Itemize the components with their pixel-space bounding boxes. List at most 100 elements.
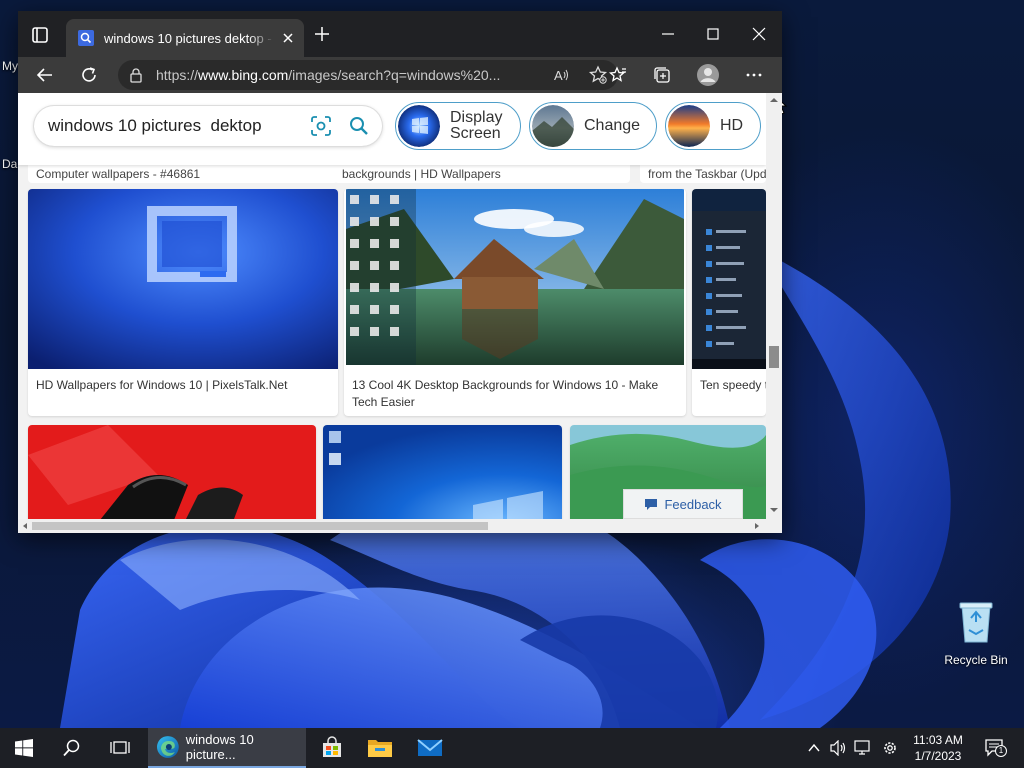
result-image-start-menu (692, 189, 766, 369)
taskbar: windows 10 picture... 11:03 AM 1/7/2023 … (0, 728, 1024, 768)
network-button[interactable] (852, 728, 874, 768)
address-bar[interactable]: https://www.bing.com/images/search?q=win… (118, 60, 618, 90)
volume-button[interactable] (828, 728, 850, 768)
chip-label: HD (720, 117, 744, 134)
notification-count-badge: 1 (995, 745, 1007, 757)
image-result-card[interactable] (28, 425, 316, 533)
result-caption: HD Wallpapers for Windows 10 | PixelsTal… (36, 378, 288, 392)
feedback-label: Feedback (664, 496, 722, 512)
settings-button[interactable] (879, 728, 901, 768)
search-favicon-icon (78, 30, 94, 46)
related-chip-change[interactable]: Change (529, 102, 657, 150)
related-chip-display-screen[interactable]: Display Screen (395, 102, 521, 150)
new-tab-icon[interactable] (314, 26, 330, 42)
network-icon (854, 740, 870, 755)
image-result-card[interactable]: Ten speedy tips to make Windows 10 run f… (692, 189, 766, 416)
close-window-button[interactable] (748, 23, 770, 45)
visual-search-icon[interactable] (310, 115, 332, 137)
task-view-icon (110, 741, 130, 754)
chip-label: Display Screen (450, 109, 503, 142)
url-path: /images/search?q=windows%20... (288, 67, 501, 83)
favorites-icon (608, 66, 626, 82)
result-image-blue-windows-logo (28, 189, 338, 369)
result-caption[interactable]: Computer wallpapers - #46861 (28, 165, 338, 183)
vertical-scrollbar[interactable] (766, 93, 782, 519)
url-scheme: https:// (156, 67, 199, 83)
mail-icon (417, 739, 443, 756)
show-hidden-icons-button[interactable] (804, 728, 824, 768)
scroll-up-arrow-icon[interactable] (766, 95, 782, 105)
tab-actions-button[interactable] (30, 25, 50, 45)
avatar (697, 64, 719, 86)
result-caption: Ten speedy tips to make Windows 10 run f… (700, 378, 766, 392)
recycle-bin-icon (959, 602, 993, 643)
result-image-windows10-default (323, 425, 562, 533)
result-image-lake-boathouse (346, 189, 684, 365)
tab-strip: windows 10 pictures dektop - Bing (18, 11, 782, 57)
horizontal-scroll-thumb[interactable] (32, 522, 488, 530)
notification-center-button[interactable]: 1 (978, 728, 1014, 768)
taskbar-edge-window[interactable]: windows 10 picture... (148, 728, 306, 768)
feedback-button[interactable]: Feedback (623, 489, 743, 519)
feedback-icon (645, 499, 658, 510)
result-caption[interactable]: from the Taskbar (Upd (640, 165, 766, 183)
taskbar-mail-button[interactable] (406, 728, 454, 768)
close-icon (752, 27, 766, 41)
refresh-icon (82, 67, 96, 82)
scroll-right-arrow-icon[interactable] (752, 519, 762, 533)
image-result-card[interactable]: HD Wallpapers for Windows 10 | PixelsTal… (28, 189, 338, 416)
profile-button[interactable] (696, 63, 720, 87)
collections-button[interactable] (652, 65, 672, 85)
add-favorite-icon[interactable] (588, 65, 608, 85)
back-button[interactable] (35, 65, 55, 85)
search-input[interactable] (48, 116, 310, 136)
tab-bing-images[interactable]: windows 10 pictures dektop - Bing (66, 19, 304, 57)
image-result-card[interactable] (323, 425, 562, 533)
search-box[interactable] (34, 106, 382, 146)
tab-actions-icon (32, 27, 48, 43)
scroll-down-arrow-icon[interactable] (766, 505, 782, 515)
desktop-icon-label-partial[interactable]: Da (2, 157, 17, 171)
taskbar-edge-label: windows 10 picture... (185, 732, 254, 762)
more-dots-icon (746, 73, 762, 77)
chip-thumbnail (532, 105, 574, 147)
lock-icon[interactable] (128, 67, 144, 83)
gear-icon (884, 742, 896, 754)
clock-time: 11:03 AM (913, 733, 963, 747)
search-icon[interactable] (348, 115, 370, 137)
start-button[interactable] (0, 728, 48, 768)
folder-icon (368, 740, 392, 757)
collections-icon (654, 67, 670, 83)
result-caption[interactable]: backgrounds | HD Wallpapers (334, 165, 630, 183)
minimize-icon (662, 33, 674, 35)
related-chip-hd[interactable]: HD (665, 102, 761, 150)
tab-title: windows 10 pictures dektop - Bing (104, 30, 274, 46)
refresh-button[interactable] (79, 65, 99, 85)
minimize-button[interactable] (657, 23, 679, 45)
close-tab-icon[interactable] (280, 30, 296, 46)
task-view-button[interactable] (96, 728, 144, 768)
taskbar-search-button[interactable] (48, 728, 96, 768)
result-caption: 13 Cool 4K Desktop Backgrounds for Windo… (352, 378, 659, 409)
recycle-bin-label: Recycle Bin (944, 653, 1008, 667)
vertical-scroll-thumb[interactable] (769, 346, 779, 368)
speaker-icon (830, 740, 846, 756)
maximize-button[interactable] (702, 23, 724, 45)
image-result-card[interactable]: 13 Cool 4K Desktop Backgrounds for Windo… (344, 189, 686, 416)
result-image-red-windows-logo (28, 425, 316, 533)
scroll-left-arrow-icon[interactable] (20, 519, 30, 533)
taskbar-file-explorer-button[interactable] (356, 728, 404, 768)
svg-text:A: A (554, 68, 563, 83)
horizontal-scrollbar[interactable] (18, 519, 782, 533)
read-aloud-icon[interactable]: A (552, 66, 570, 84)
back-arrow-icon (36, 68, 52, 82)
recycle-bin-desktop-icon[interactable]: Recycle Bin (940, 600, 1012, 667)
settings-more-button[interactable] (744, 65, 764, 85)
taskbar-store-button[interactable] (308, 728, 356, 768)
desktop-icon-label-partial[interactable]: My (2, 59, 18, 73)
chip-label: Change (584, 117, 641, 134)
favorites-button[interactable] (608, 65, 628, 85)
taskbar-clock[interactable]: 11:03 AM 1/7/2023 (906, 732, 970, 764)
store-icon (323, 736, 341, 757)
maximize-icon (707, 28, 719, 40)
